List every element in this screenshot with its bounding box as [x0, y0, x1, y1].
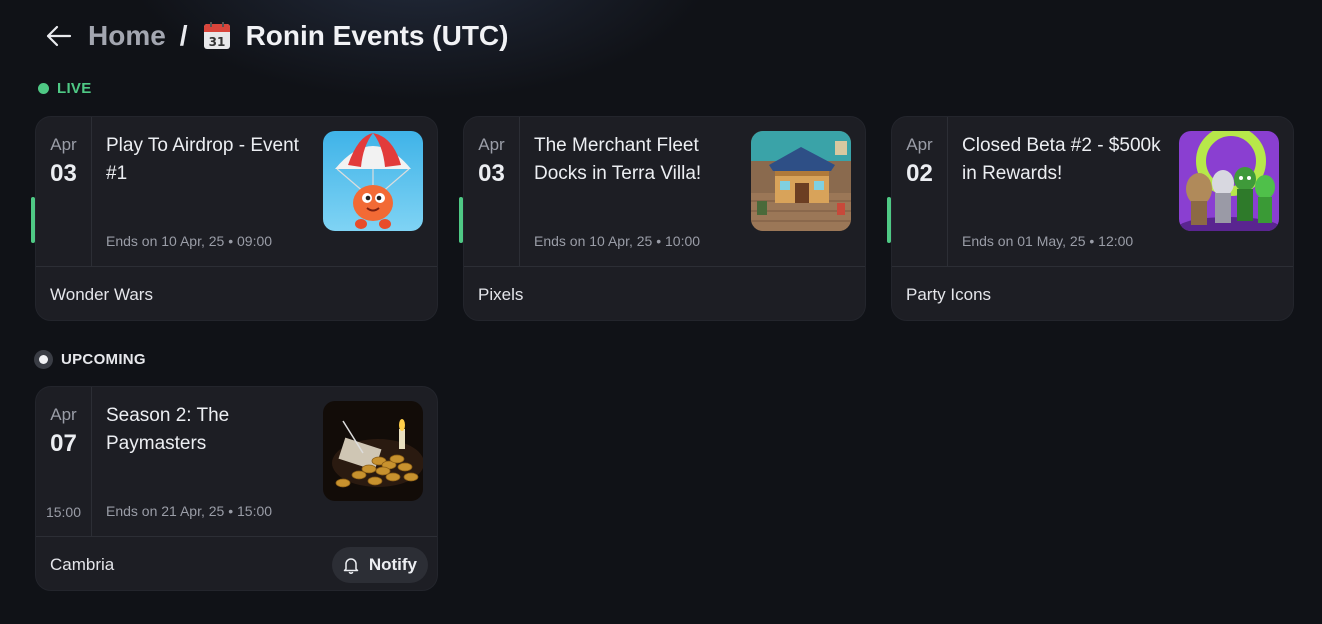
game-name[interactable]: Cambria — [50, 555, 114, 575]
arrow-left-icon[interactable] — [44, 21, 74, 51]
event-day: 02 — [906, 160, 933, 187]
event-day: 03 — [478, 160, 505, 187]
event-start-time: 15:00 — [45, 504, 82, 520]
svg-text:31: 31 — [208, 35, 225, 49]
game-name[interactable]: Pixels — [478, 285, 523, 305]
bell-icon — [342, 556, 360, 574]
event-day: 07 — [50, 430, 77, 457]
event-end-time: Ends on 10 Apr, 25 • 10:00 — [534, 233, 701, 249]
event-date: Apr 02 — [892, 117, 948, 267]
event-month: Apr — [50, 135, 77, 154]
page-title: Ronin Events (UTC) — [245, 20, 509, 51]
event-card[interactable]: Apr 03 Play To Airdrop - Event #1 Ends o… — [31, 116, 438, 321]
event-card[interactable]: Apr 02 Closed Beta #2 - $500k in Rewards… — [887, 116, 1294, 321]
event-month: Apr — [906, 135, 933, 154]
event-end-time: Ends on 10 Apr, 25 • 09:00 — [106, 233, 273, 249]
event-title: Season 2: The Paymasters — [106, 405, 230, 454]
upcoming-dot-icon — [34, 350, 53, 369]
live-label: LIVE — [57, 80, 92, 97]
calendar-icon: 31 — [202, 21, 232, 51]
event-month: Apr — [50, 405, 77, 424]
event-title: The Merchant Fleet Docks in Terra Villa! — [534, 135, 702, 184]
event-end-time: Ends on 01 May, 25 • 12:00 — [962, 233, 1134, 249]
event-date: Apr 03 — [464, 117, 520, 267]
party-characters-image — [1179, 131, 1279, 231]
breadcrumb-home-link[interactable]: Home — [88, 20, 166, 52]
live-dot-icon — [38, 83, 49, 94]
event-date: Apr 03 — [36, 117, 92, 267]
upcoming-section-label: UPCOMING — [34, 350, 146, 369]
game-name[interactable]: Party Icons — [906, 285, 991, 305]
breadcrumb: Home / 31 Ronin Events (UTC) — [44, 14, 508, 58]
live-section-label: LIVE — [38, 80, 92, 97]
game-name[interactable]: Wonder Wars — [50, 285, 153, 305]
event-day: 03 — [50, 160, 77, 187]
live-indicator-bar — [887, 197, 891, 243]
breadcrumb-separator: / — [179, 20, 188, 51]
event-month: Apr — [478, 135, 505, 154]
notify-button[interactable]: Notify — [331, 547, 428, 583]
notify-button-label: Notify — [368, 555, 417, 574]
parachute-character-image — [323, 131, 423, 231]
event-title: Closed Beta #2 - $500k in Rewards! — [962, 135, 1161, 184]
gold-coins-image — [323, 401, 423, 501]
pixel-house-image — [751, 131, 851, 231]
event-end-time: Ends on 21 Apr, 25 • 15:00 — [106, 503, 273, 519]
event-title: Play To Airdrop - Event #1 — [106, 135, 299, 184]
live-indicator-bar — [31, 197, 35, 243]
event-card[interactable]: Apr 03 The Merchant Fleet Docks in Terra… — [459, 116, 866, 321]
upcoming-label: UPCOMING — [61, 351, 146, 368]
live-indicator-bar — [459, 197, 463, 243]
event-date: Apr 07 15:00 — [36, 387, 92, 537]
event-card[interactable]: Apr 07 15:00 Season 2: The Paymasters En… — [35, 386, 438, 591]
